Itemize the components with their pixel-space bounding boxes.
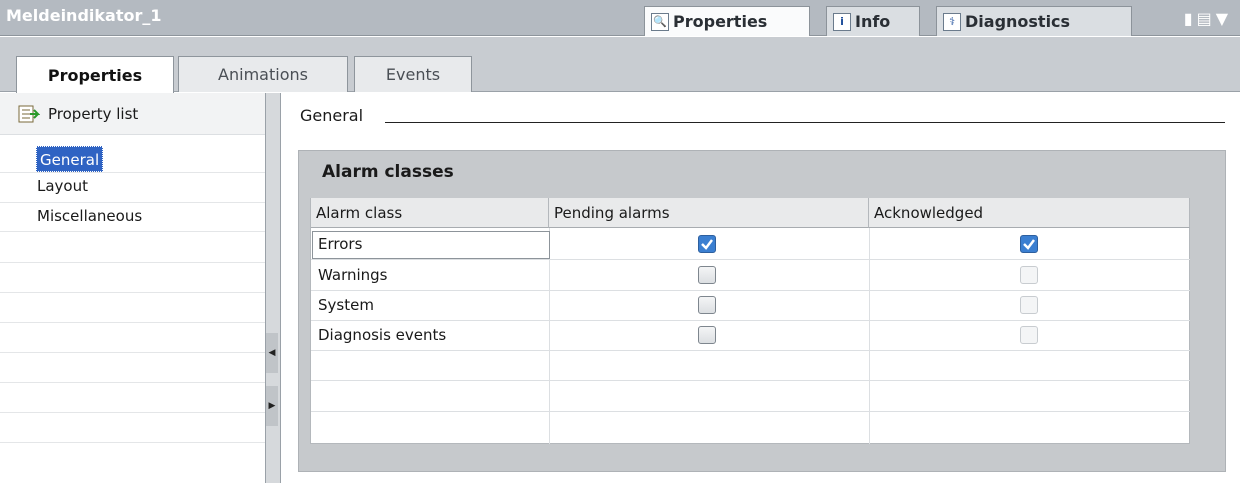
table-row-name: Errors (318, 235, 363, 253)
info-icon: i (833, 12, 851, 31)
group-title: Alarm classes (322, 162, 454, 182)
row-divider (311, 350, 1190, 351)
property-list-icon (18, 105, 40, 122)
collapse-left-button[interactable]: ◀ (266, 333, 278, 373)
nav-divider (0, 322, 265, 323)
restore-icon[interactable]: ▮ (1184, 9, 1197, 28)
table-row-name: Diagnosis events (318, 326, 447, 344)
section-divider (385, 122, 1225, 123)
tab-info-label: Info (855, 12, 891, 31)
column-header-acknowledged[interactable]: Acknowledged (869, 198, 1190, 228)
diagnostics-icon: ⚕ (943, 12, 961, 31)
table-row-name: Warnings (318, 266, 388, 284)
nav-item-miscellaneous[interactable]: Miscellaneous (37, 207, 142, 225)
window-controls: ▮▤▼ (1184, 9, 1232, 28)
arrow-right-icon: ▶ (268, 401, 276, 411)
subtab-animations[interactable]: Animations (178, 56, 348, 92)
nav-divider (0, 382, 265, 383)
column-header-pending-alarms[interactable]: Pending alarms (549, 198, 869, 228)
nav-divider (0, 352, 265, 353)
tab-properties[interactable]: 🔍 Properties (644, 6, 810, 36)
tab-diagnostics[interactable]: ⚕ Diagnostics (936, 6, 1132, 36)
nav-divider (0, 412, 265, 413)
nav-divider (0, 202, 265, 203)
column-header-alarm-class[interactable]: Alarm class (311, 198, 549, 228)
menu-icon[interactable]: ▤ (1197, 9, 1216, 28)
row-divider (311, 259, 1190, 260)
window-title: Meldeindikator_1 (6, 6, 162, 25)
nav-item-layout[interactable]: Layout (37, 177, 88, 195)
arrow-left-icon: ◀ (268, 348, 276, 358)
check-icon (1023, 239, 1035, 250)
property-list-label: Property list (48, 104, 139, 123)
tab-diagnostics-label: Diagnostics (965, 12, 1071, 31)
nav-divider (0, 262, 265, 263)
row-divider (311, 290, 1190, 291)
property-list-header[interactable]: Property list (0, 93, 265, 135)
acknowledged-checkbox[interactable] (1020, 266, 1038, 284)
subtab-properties[interactable]: Properties (16, 56, 174, 93)
row-divider (311, 411, 1190, 412)
nav-item-general[interactable]: General (36, 146, 104, 172)
pending-checkbox[interactable] (698, 296, 716, 314)
dropdown-icon[interactable]: ▼ (1216, 9, 1232, 28)
expand-right-button[interactable]: ▶ (266, 386, 278, 426)
pending-checkbox[interactable] (698, 235, 716, 253)
table-row-name: System (318, 296, 374, 314)
acknowledged-checkbox[interactable] (1020, 296, 1038, 314)
row-divider (311, 320, 1190, 321)
tab-info[interactable]: i Info (826, 6, 920, 36)
pending-checkbox[interactable] (698, 266, 716, 284)
section-heading: General (300, 106, 364, 125)
nav-divider (0, 231, 265, 232)
nav-divider (0, 442, 265, 443)
tab-properties-label: Properties (673, 12, 768, 31)
acknowledged-checkbox[interactable] (1020, 235, 1038, 253)
properties-icon: 🔍 (651, 12, 669, 31)
check-icon (701, 239, 713, 250)
pending-checkbox[interactable] (698, 326, 716, 344)
acknowledged-checkbox[interactable] (1020, 326, 1038, 344)
row-divider (311, 380, 1190, 381)
subtab-events[interactable]: Events (354, 56, 472, 92)
nav-divider (0, 292, 265, 293)
